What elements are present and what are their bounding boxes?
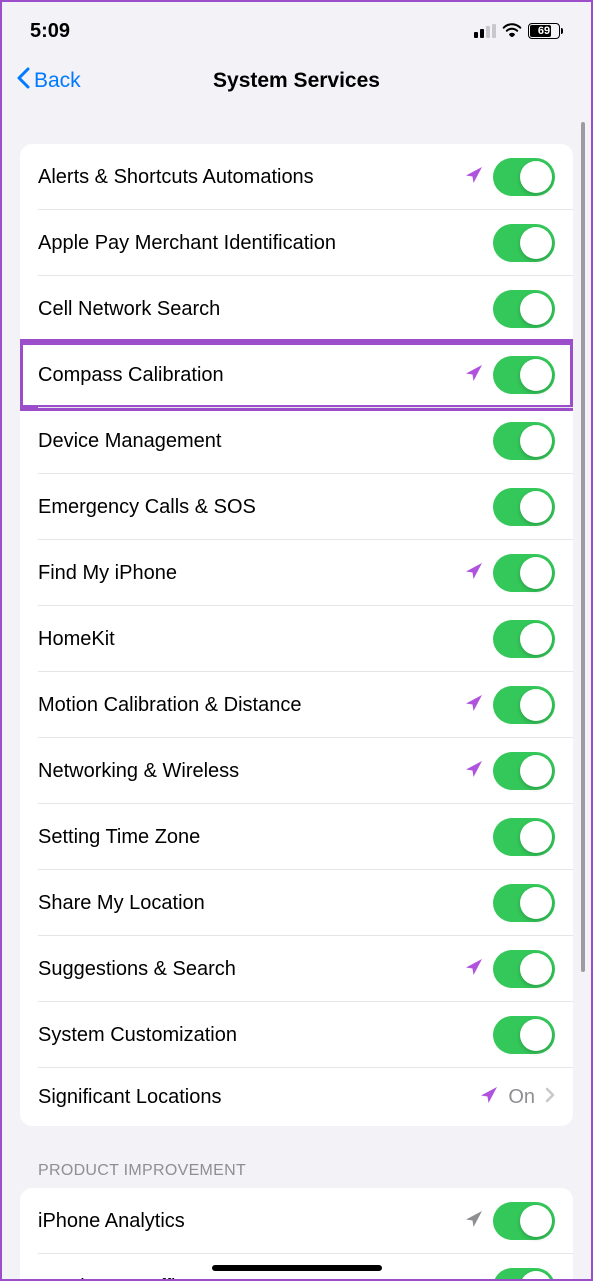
toggle-switch[interactable]	[493, 1016, 555, 1054]
setting-label: System Customization	[38, 1024, 237, 1047]
setting-label: Significant Locations	[38, 1086, 221, 1109]
setting-row: Share My Location	[20, 870, 573, 936]
scrollbar[interactable]	[581, 122, 585, 972]
setting-row: Device Management	[20, 408, 573, 474]
location-arrow-icon	[480, 1086, 498, 1109]
settings-list: Alerts & Shortcuts Automations Apple Pay …	[20, 144, 573, 1126]
setting-accessories	[465, 752, 555, 790]
setting-label: Suggestions & Search	[38, 958, 236, 981]
content-scroll[interactable]: Alerts & Shortcuts Automations Apple Pay …	[2, 108, 591, 1279]
setting-row: iPhone Analytics	[20, 1188, 573, 1254]
setting-label: Emergency Calls & SOS	[38, 496, 256, 519]
status-indicators: 69	[474, 21, 563, 42]
section-header: PRODUCT IMPROVEMENT	[20, 1162, 573, 1188]
toggle-switch[interactable]	[493, 950, 555, 988]
setting-accessories	[465, 1202, 555, 1240]
toggle-switch[interactable]	[493, 1268, 555, 1279]
status-time: 5:09	[30, 20, 70, 43]
setting-accessories	[493, 224, 555, 262]
navigation-header: Back System Services	[2, 56, 591, 108]
wifi-icon	[502, 21, 522, 42]
setting-row: Setting Time Zone	[20, 804, 573, 870]
setting-accessories	[493, 290, 555, 328]
setting-accessories	[493, 620, 555, 658]
setting-label: Compass Calibration	[38, 364, 224, 387]
battery-icon: 69	[528, 23, 563, 39]
setting-label: Setting Time Zone	[38, 826, 200, 849]
toggle-switch[interactable]	[493, 686, 555, 724]
setting-accessories	[465, 686, 555, 724]
setting-row: Compass Calibration	[20, 342, 573, 408]
back-label: Back	[34, 69, 81, 93]
setting-row[interactable]: Significant Locations On	[20, 1068, 573, 1126]
toggle-switch[interactable]	[493, 290, 555, 328]
setting-row: Motion Calibration & Distance	[20, 672, 573, 738]
setting-label: Alerts & Shortcuts Automations	[38, 166, 314, 189]
setting-row: Apple Pay Merchant Identification	[20, 210, 573, 276]
setting-accessories	[493, 1268, 555, 1279]
status-bar: 5:09 69	[2, 2, 591, 56]
setting-label: Motion Calibration & Distance	[38, 694, 301, 717]
home-indicator[interactable]	[212, 1265, 382, 1271]
setting-accessories	[493, 1016, 555, 1054]
setting-row: System Customization	[20, 1002, 573, 1068]
setting-label: iPhone Analytics	[38, 1210, 185, 1233]
setting-label: Find My iPhone	[38, 562, 177, 585]
setting-accessories	[465, 356, 555, 394]
toggle-switch[interactable]	[493, 818, 555, 856]
toggle-switch[interactable]	[493, 224, 555, 262]
setting-accessories	[493, 422, 555, 460]
setting-row: HomeKit	[20, 606, 573, 672]
location-arrow-icon	[465, 760, 483, 783]
location-arrow-icon	[465, 958, 483, 981]
setting-accessories	[465, 950, 555, 988]
toggle-switch[interactable]	[493, 488, 555, 526]
setting-accessories	[493, 818, 555, 856]
location-arrow-icon	[465, 1210, 483, 1233]
chevron-right-icon	[545, 1087, 555, 1108]
toggle-switch[interactable]	[493, 158, 555, 196]
setting-accessories	[465, 158, 555, 196]
setting-row: Emergency Calls & SOS	[20, 474, 573, 540]
toggle-switch[interactable]	[493, 356, 555, 394]
location-arrow-icon	[465, 364, 483, 387]
setting-row: Alerts & Shortcuts Automations	[20, 144, 573, 210]
chevron-left-icon	[16, 67, 30, 95]
toggle-switch[interactable]	[493, 554, 555, 592]
location-arrow-icon	[465, 166, 483, 189]
setting-label: Routing & Traffic	[38, 1276, 185, 1280]
setting-row: Find My iPhone	[20, 540, 573, 606]
setting-row: Suggestions & Search	[20, 936, 573, 1002]
toggle-switch[interactable]	[493, 620, 555, 658]
setting-accessories	[493, 884, 555, 922]
detail-value: On	[508, 1086, 535, 1109]
setting-label: Cell Network Search	[38, 298, 220, 321]
back-button[interactable]: Back	[16, 67, 81, 95]
location-arrow-icon	[465, 694, 483, 717]
setting-row: Networking & Wireless	[20, 738, 573, 804]
toggle-switch[interactable]	[493, 1202, 555, 1240]
setting-label: Networking & Wireless	[38, 760, 239, 783]
setting-accessories	[465, 554, 555, 592]
setting-label: Share My Location	[38, 892, 205, 915]
setting-row: Cell Network Search	[20, 276, 573, 342]
page-title: System Services	[213, 69, 380, 93]
setting-label: Device Management	[38, 430, 221, 453]
cellular-signal-icon	[474, 24, 496, 38]
setting-label: HomeKit	[38, 628, 115, 651]
location-arrow-icon	[465, 562, 483, 585]
setting-accessories: On	[480, 1086, 555, 1109]
toggle-switch[interactable]	[493, 884, 555, 922]
setting-accessories	[493, 488, 555, 526]
toggle-switch[interactable]	[493, 422, 555, 460]
setting-label: Apple Pay Merchant Identification	[38, 232, 336, 255]
toggle-switch[interactable]	[493, 752, 555, 790]
